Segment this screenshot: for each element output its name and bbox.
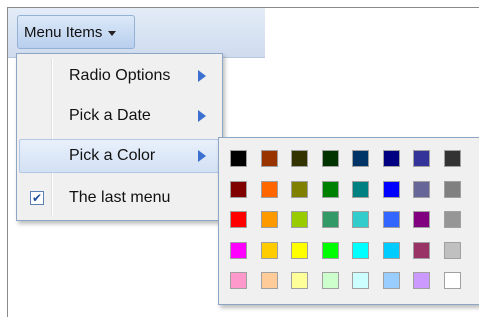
color-swatch[interactable]: [260, 241, 278, 259]
color-swatch[interactable]: [291, 211, 308, 228]
menu-item-label: The last menu: [69, 189, 171, 206]
color-swatch[interactable]: [230, 180, 247, 198]
color-swatch[interactable]: [413, 272, 430, 289]
color-swatch[interactable]: [321, 150, 339, 167]
color-swatch[interactable]: [321, 241, 339, 259]
color-swatch[interactable]: [291, 180, 308, 198]
color-swatch[interactable]: [413, 180, 430, 198]
chevron-down-icon: [108, 30, 117, 36]
color-swatch[interactable]: [352, 241, 369, 259]
color-swatch[interactable]: [413, 211, 430, 228]
color-swatch[interactable]: [382, 272, 400, 289]
color-swatch[interactable]: [382, 211, 400, 228]
submenu-arrow-icon: [198, 110, 206, 122]
menu-item-label: Radio Options: [69, 67, 171, 84]
color-swatch[interactable]: [443, 180, 461, 198]
color-swatch[interactable]: [352, 150, 369, 167]
color-swatch[interactable]: [291, 150, 308, 167]
menu-item-label: Pick a Color: [69, 147, 156, 164]
color-swatch[interactable]: [260, 211, 278, 228]
color-swatch[interactable]: [321, 272, 339, 289]
color-swatch[interactable]: [230, 241, 247, 259]
color-swatch[interactable]: [382, 180, 400, 198]
color-swatch[interactable]: [230, 211, 247, 228]
menu-item-pick-a-date[interactable]: Pick a Date: [19, 99, 220, 133]
menu-item-pick-a-color[interactable]: Pick a Color: [19, 139, 220, 173]
menu-item-label: Pick a Date: [69, 107, 151, 124]
color-swatch[interactable]: [321, 211, 339, 228]
color-swatch[interactable]: [321, 180, 339, 198]
color-swatch[interactable]: [413, 241, 430, 259]
color-swatch[interactable]: [260, 272, 278, 289]
color-swatch[interactable]: [291, 241, 308, 259]
submenu-arrow-icon: [198, 70, 206, 82]
color-swatch[interactable]: [352, 272, 369, 289]
color-swatch[interactable]: [443, 241, 461, 259]
menu-item-radio-options[interactable]: Radio Options: [19, 59, 220, 93]
color-swatch[interactable]: [260, 150, 278, 167]
menu-item-the-last-menu[interactable]: ✔ The last menu: [19, 181, 220, 215]
color-swatch[interactable]: [413, 150, 430, 167]
color-swatch[interactable]: [291, 272, 308, 289]
color-swatch[interactable]: [230, 150, 247, 167]
color-swatch[interactable]: [443, 211, 461, 228]
color-swatch[interactable]: [230, 272, 247, 289]
submenu-arrow-icon: [198, 150, 206, 162]
checkbox-checked-icon[interactable]: ✔: [30, 191, 44, 205]
color-palette: [218, 137, 479, 305]
menu-items-label: Menu Items: [24, 23, 103, 41]
color-swatch[interactable]: [382, 241, 400, 259]
color-swatch[interactable]: [382, 150, 400, 167]
color-swatch[interactable]: [352, 211, 369, 228]
color-swatch[interactable]: [352, 180, 369, 198]
color-swatch[interactable]: [443, 150, 461, 167]
menu-items-button[interactable]: Menu Items: [17, 15, 135, 49]
dropdown-menu: Radio Options Pick a Date Pick a Color ✔…: [16, 53, 223, 221]
color-swatch[interactable]: [260, 180, 278, 198]
color-swatch[interactable]: [443, 272, 461, 289]
